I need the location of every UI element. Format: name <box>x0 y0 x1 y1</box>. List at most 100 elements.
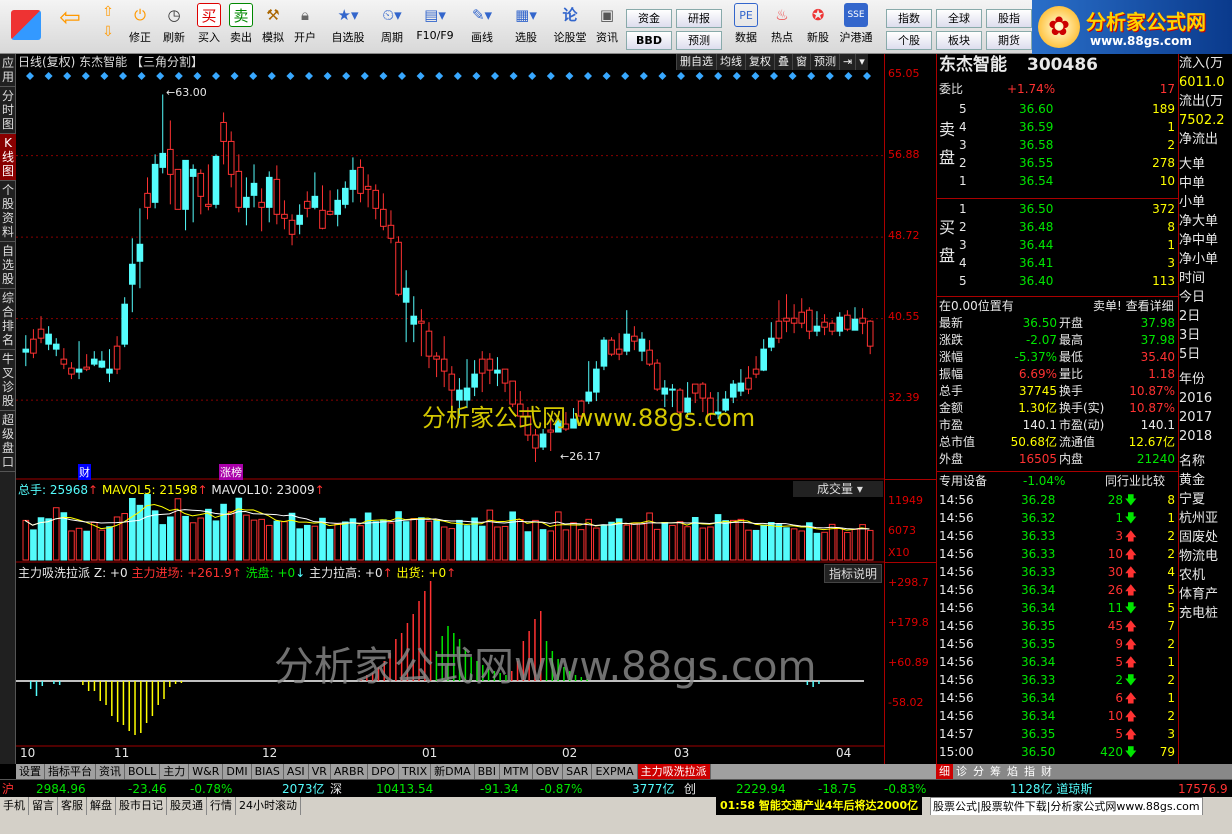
right-panel-item[interactable]: 杭州亚 <box>1179 509 1232 528</box>
right-panel-item[interactable]: 净中单 <box>1179 231 1232 250</box>
stock-button[interactable]: 个股 <box>886 31 932 50</box>
status-item[interactable]: 手机 <box>0 797 29 815</box>
right-panel-item[interactable]: 体育产 <box>1179 585 1232 604</box>
sell-detail-link[interactable]: 卖单! 查看详细 <box>1093 297 1174 315</box>
ipo-button[interactable]: ✪ 新股 <box>802 2 834 52</box>
sell-button[interactable]: 卖卖出 <box>226 2 256 52</box>
bid-row[interactable]: 2 36.48 8 <box>937 218 1179 236</box>
right-panel-item[interactable]: 固废处 <box>1179 528 1232 547</box>
side-tab[interactable]: 综合排名 <box>0 289 16 350</box>
predict-button[interactable]: 预测 <box>810 54 839 70</box>
side-tab[interactable]: 分时图 <box>0 87 16 134</box>
right-panel-item[interactable]: 2016 <box>1179 389 1232 408</box>
indicator-tab[interactable]: ASI <box>284 764 309 779</box>
quote-tab[interactable]: 细 <box>936 764 953 779</box>
f10-button[interactable]: ▤▾ F10/F9 <box>414 2 456 52</box>
indicator-tab[interactable]: 设置 <box>16 764 45 779</box>
indicator-tab[interactable]: BOLL <box>125 764 161 779</box>
right-panel-item[interactable]: 2日 <box>1179 307 1232 326</box>
industry-name[interactable]: 专用设备 <box>939 472 987 490</box>
indicator-tab[interactable]: VR <box>309 764 331 779</box>
bbd-button[interactable]: BBD <box>626 31 672 50</box>
right-panel-item[interactable]: 6011.0 <box>1179 73 1232 92</box>
adjust-button[interactable]: 复权 <box>745 54 774 70</box>
right-panel-item[interactable]: 净流出 <box>1179 130 1232 149</box>
indicator-tab[interactable]: 主力 <box>160 764 190 779</box>
right-panel-item[interactable]: 流入(万 <box>1179 54 1232 73</box>
hk-connect-button[interactable]: SSE 沪港通 <box>836 2 876 52</box>
right-panel-item[interactable]: 2017 <box>1179 408 1232 427</box>
right-panel-item[interactable]: 年份 <box>1179 370 1232 389</box>
period-button[interactable]: ⏲▾ 周期 <box>372 2 412 52</box>
right-panel-item[interactable]: 宁夏 <box>1179 490 1232 509</box>
screener-button[interactable]: ▦▾ 选股 <box>506 2 546 52</box>
indicator-tab[interactable]: EXPMA <box>592 764 638 779</box>
open-account-button[interactable]: 🔒︎ 开户 <box>290 2 320 52</box>
right-panel-item[interactable]: 物流电 <box>1179 547 1232 566</box>
window-button[interactable]: 窗 <box>792 54 810 70</box>
draw-button[interactable]: ✎▾ 画线 <box>462 2 502 52</box>
kline-chart[interactable]: 日线(复权) 东杰智能 【三角分割】 删自选 均线 复权叠窗预测 ⇥ ▾ ←63.00 … <box>16 54 884 764</box>
ma-button[interactable]: 均线 <box>716 54 745 70</box>
side-tab[interactable]: K线图 <box>0 134 16 181</box>
quote-tab[interactable]: 筹 <box>987 764 1004 779</box>
quote-tab[interactable]: 财 <box>1038 764 1055 779</box>
ask-row[interactable]: 2 36.55 278 <box>937 154 1179 172</box>
quote-tab[interactable]: 指 <box>1021 764 1038 779</box>
indicator-tab[interactable]: TRIX <box>399 764 432 779</box>
refresh-button[interactable]: ◷ 刷新 <box>158 2 190 52</box>
forecast-button[interactable]: 预测 <box>676 31 722 50</box>
status-item[interactable]: 股市日记 <box>116 797 167 815</box>
indicator-tab[interactable]: 主力吸洗拉派 <box>637 764 711 779</box>
bid-row[interactable]: 5 36.40 113 <box>937 272 1179 290</box>
ask-row[interactable]: 5 36.60 189 <box>937 100 1179 118</box>
status-item[interactable]: 行情 <box>207 797 236 815</box>
side-tab[interactable]: 个股资料 <box>0 181 16 242</box>
right-panel-item[interactable]: 小单 <box>1179 193 1232 212</box>
global-button[interactable]: 全球 <box>936 9 982 28</box>
ask-row[interactable]: 1 36.54 10 <box>937 172 1179 190</box>
status-item[interactable]: 股灵通 <box>167 797 207 815</box>
right-panel-item[interactable]: 流出(万 <box>1179 92 1232 111</box>
bid-row[interactable]: 3 36.44 1 <box>937 236 1179 254</box>
futures-button[interactable]: 期货 <box>986 31 1032 50</box>
download-banner[interactable]: 股票公式|股票软件下载|分析家公式网www.88gs.com <box>930 797 1203 817</box>
quote-tab[interactable]: 诊 <box>953 764 970 779</box>
indicator-tab[interactable]: DMI <box>223 764 252 779</box>
indicator-help-button[interactable]: 指标说明 <box>824 564 883 583</box>
indicator-tab[interactable]: MTM <box>500 764 533 779</box>
right-panel-item[interactable]: 中单 <box>1179 174 1232 193</box>
status-item[interactable]: 24小时滚动 <box>236 797 301 815</box>
funds-button[interactable]: 资金 <box>626 9 672 28</box>
right-panel-item[interactable]: 2018 <box>1179 427 1232 446</box>
right-panel-item[interactable]: 7502.2 <box>1179 111 1232 130</box>
indicator-tab[interactable]: 资讯 <box>96 764 125 779</box>
indicator-tab[interactable]: BIAS <box>252 764 284 779</box>
bid-row[interactable]: 4 36.41 3 <box>937 254 1179 272</box>
buy-button[interactable]: 买买入 <box>194 2 224 52</box>
back-button[interactable]: ⇦ <box>52 2 88 52</box>
bid-row[interactable]: 1 36.50 372 <box>937 200 1179 218</box>
right-panel-item[interactable]: 净大单 <box>1179 212 1232 231</box>
right-panel-item[interactable]: 充电桩 <box>1179 604 1232 623</box>
up-down-button[interactable]: ⇧ ⇩ <box>94 2 122 52</box>
finance-badge[interactable]: 财 <box>78 464 91 480</box>
right-panel-item[interactable]: 时间 <box>1179 269 1232 288</box>
app-menu-button[interactable] <box>8 2 44 52</box>
news-marquee[interactable]: 01:58 智能交通产业4年后将达2000亿 <box>716 797 923 815</box>
side-tab[interactable]: 超级盘口 <box>0 411 16 472</box>
right-panel-item[interactable]: 5日 <box>1179 345 1232 364</box>
quote-tab[interactable]: 焰 <box>1004 764 1021 779</box>
status-item[interactable]: 客服 <box>58 797 87 815</box>
research-button[interactable]: 研报 <box>676 9 722 28</box>
indicator-tab[interactable]: 新DMA <box>431 764 475 779</box>
side-tab[interactable]: 自选股 <box>0 242 16 289</box>
index-button[interactable]: 指数 <box>886 9 932 28</box>
top-gainer-badge[interactable]: 涨榜 <box>219 464 243 480</box>
right-panel-item[interactable]: 大单 <box>1179 155 1232 174</box>
ask-row[interactable]: 4 36.59 1 <box>937 118 1179 136</box>
indicator-tab[interactable]: DPO <box>368 764 399 779</box>
volume-select[interactable]: 成交量 ▾ <box>793 481 883 497</box>
indicator-tab[interactable]: 指标平台 <box>45 764 96 779</box>
ask-row[interactable]: 3 36.58 2 <box>937 136 1179 154</box>
